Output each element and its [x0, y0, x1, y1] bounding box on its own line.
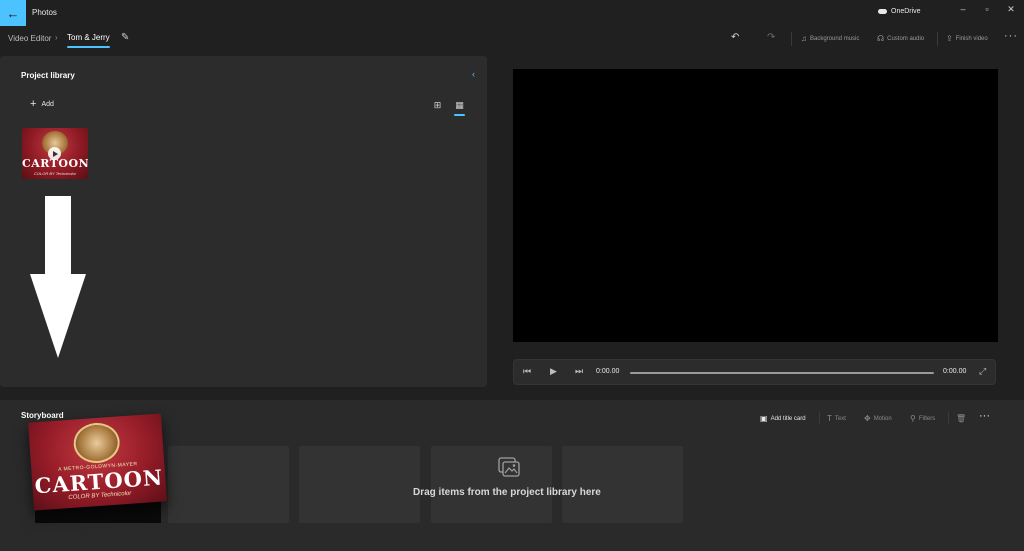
cloud-icon: [878, 9, 887, 14]
divider: [819, 412, 820, 424]
background-music-label: Background music: [810, 35, 860, 42]
divider: [948, 412, 949, 424]
add-media-button[interactable]: + Add: [30, 98, 54, 110]
thumbnail-sub-text: COLOR BY Technicolor: [33, 171, 77, 176]
filters-button[interactable]: ⚲ Filters: [910, 414, 935, 423]
redo-icon[interactable]: ↷: [767, 32, 775, 43]
motion-label: Motion: [873, 415, 892, 422]
finish-video-button[interactable]: ⇪ Finish video: [946, 34, 988, 43]
editor-header: Video Editor › Tom & Jerry ✎ ↶ ↷ ♫ Backg…: [0, 26, 1024, 54]
minimize-button[interactable]: –: [956, 4, 970, 14]
play-icon: [48, 147, 61, 160]
small-grid-view-icon[interactable]: ▦: [453, 100, 466, 116]
storyboard-title: Storyboard: [21, 411, 64, 420]
skip-forward-icon[interactable]: ⏭: [575, 366, 583, 377]
close-button[interactable]: ✕: [1004, 4, 1018, 15]
back-arrow-icon[interactable]: ←: [0, 0, 26, 26]
background-music-button[interactable]: ♫ Background music: [801, 34, 859, 43]
play-icon[interactable]: ▶: [550, 366, 557, 377]
down-arrow-icon: [30, 196, 86, 358]
trash-icon: 🗑: [956, 414, 967, 423]
breadcrumb-project-name: Tom & Jerry: [67, 33, 110, 42]
custom-audio-label: Custom audio: [887, 35, 925, 42]
dragging-media-card[interactable]: A METRO-GOLDWYN-MAYER CARTOON COLOR BY T…: [28, 413, 167, 511]
storyboard-slot[interactable]: [562, 446, 683, 523]
filters-icon: ⚲: [910, 414, 916, 423]
image-placeholder-icon: [498, 457, 520, 477]
breadcrumb-underline: [67, 46, 110, 48]
filters-label: Filters: [918, 415, 936, 422]
title-bar: ← Photos OneDrive – ▫ ✕: [0, 0, 1024, 26]
plus-icon: +: [30, 98, 37, 110]
seek-bar[interactable]: [630, 372, 934, 374]
restore-button[interactable]: ▫: [980, 4, 994, 14]
onedrive-label: OneDrive: [891, 8, 921, 15]
add-title-card-label: Add title card: [770, 415, 806, 422]
undo-icon[interactable]: ↶: [731, 32, 739, 43]
export-icon: ⇪: [946, 34, 953, 43]
title-card-icon: ▣: [760, 414, 768, 423]
current-time: 0:00.00: [596, 368, 620, 375]
storyboard-slot[interactable]: [431, 446, 552, 523]
large-grid-view-icon[interactable]: ⊞: [431, 100, 444, 112]
skip-back-icon[interactable]: ⏮: [523, 366, 531, 377]
storyboard-more-icon[interactable]: ···: [979, 410, 990, 422]
onedrive-button[interactable]: OneDrive: [878, 8, 921, 15]
fullscreen-icon[interactable]: ⤢: [979, 366, 986, 377]
motion-button[interactable]: ✥ Motion: [864, 414, 892, 423]
rename-pencil-icon[interactable]: ✎: [121, 32, 129, 43]
storyboard-slot[interactable]: [299, 446, 420, 523]
music-note-icon: ♫: [801, 34, 807, 43]
headphones-icon: ☊: [877, 34, 885, 43]
add-title-card-button[interactable]: ▣ Add title card: [760, 414, 806, 423]
text-icon: T: [827, 414, 832, 423]
finish-video-label: Finish video: [955, 35, 988, 42]
delete-button[interactable]: 🗑: [956, 414, 966, 423]
more-options-icon[interactable]: ···: [1004, 30, 1018, 42]
drop-hint-text: Drag items from the project library here: [413, 487, 601, 498]
collapse-chevron-icon[interactable]: ‹: [472, 69, 475, 79]
playback-controls: ⏮ ▶ ⏭ 0:00.00 0:00.00 ⤢: [513, 359, 996, 385]
storyboard-slot[interactable]: [168, 446, 289, 523]
custom-audio-button[interactable]: ☊ Custom audio: [877, 34, 924, 43]
add-label: Add: [41, 100, 54, 108]
divider: [937, 32, 938, 46]
text-label: Text: [834, 415, 846, 422]
text-button[interactable]: T Text: [827, 414, 846, 423]
total-time: 0:00.00: [943, 368, 967, 375]
lion-emblem: [72, 421, 122, 465]
motion-icon: ✥: [864, 414, 871, 423]
app-title: Photos: [32, 8, 57, 17]
video-preview[interactable]: [513, 69, 998, 342]
divider: [791, 32, 792, 46]
breadcrumb-video-editor[interactable]: Video Editor: [8, 34, 51, 43]
media-thumbnail[interactable]: CARTOON COLOR BY Technicolor: [22, 128, 88, 179]
project-library-title: Project library: [21, 71, 75, 80]
chevron-right-icon: ›: [55, 33, 58, 42]
